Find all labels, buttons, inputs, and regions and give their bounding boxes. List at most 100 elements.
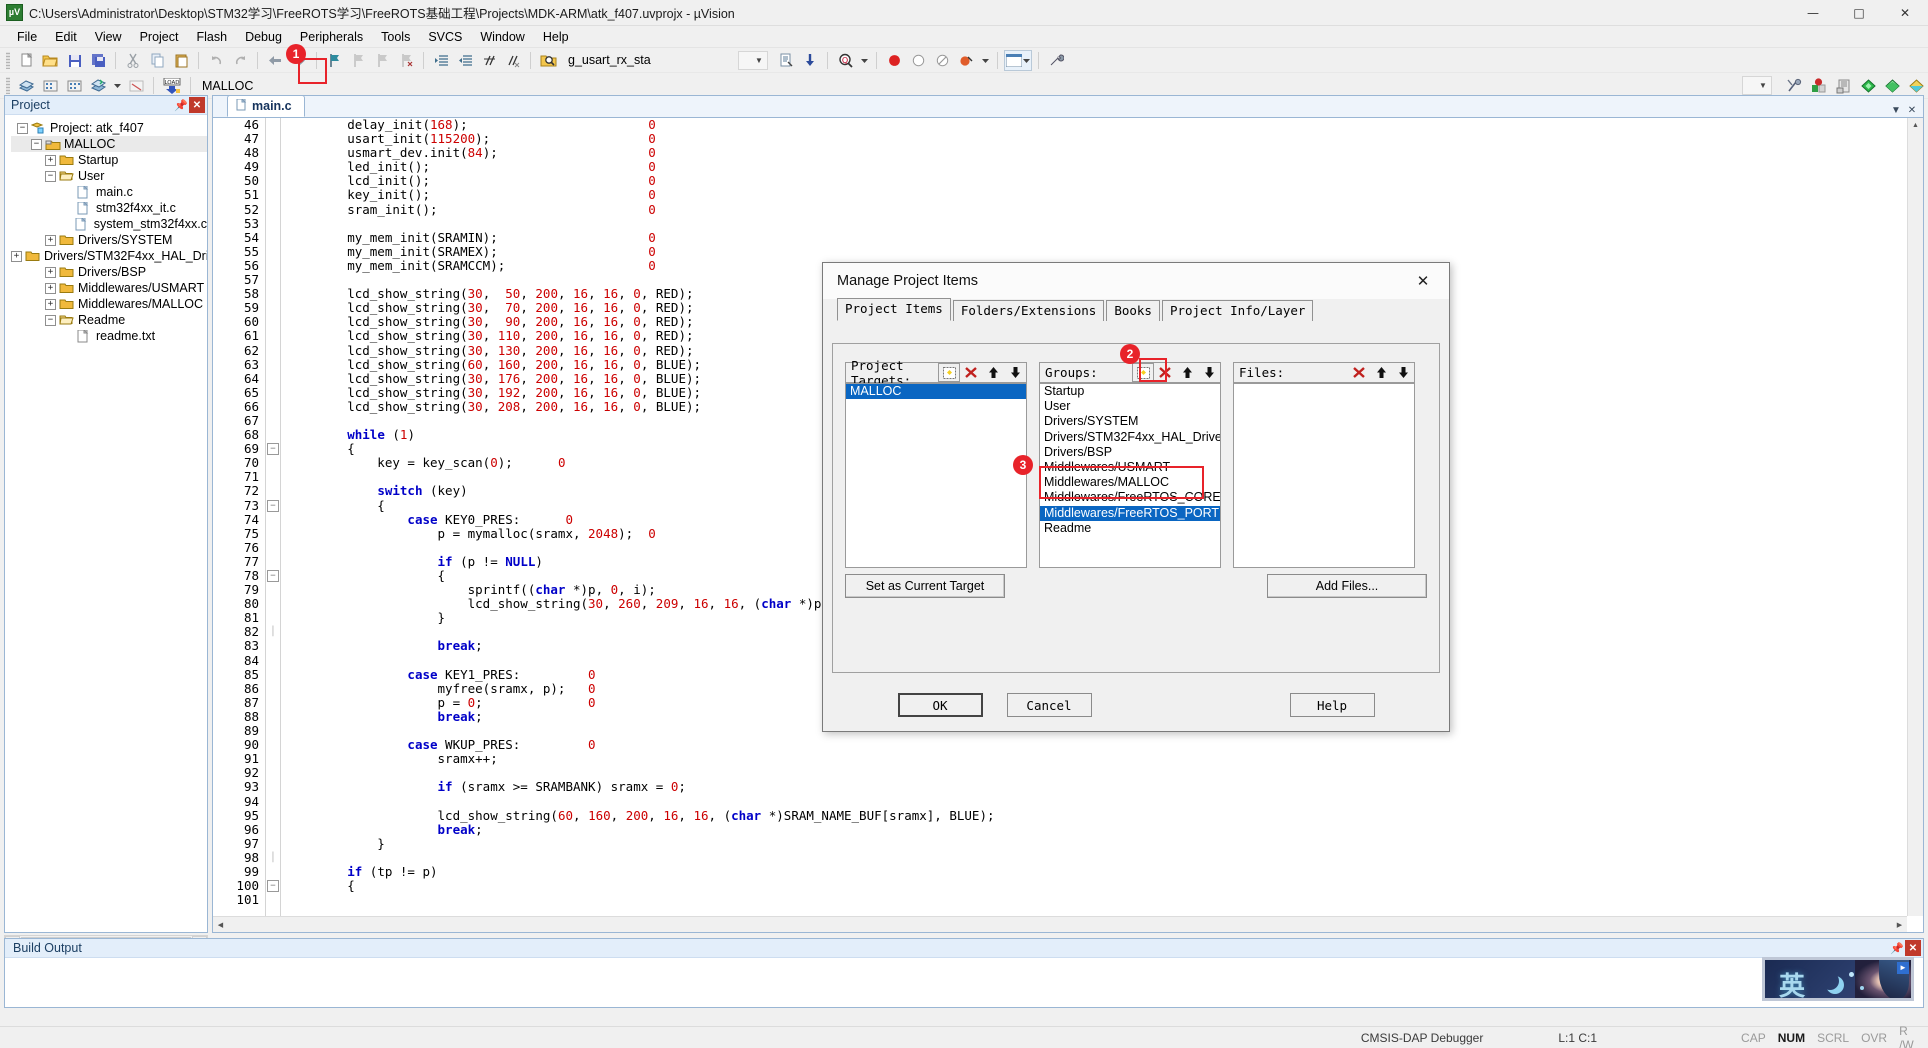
collapse-toggle-icon[interactable]: − <box>31 139 42 150</box>
tree-row-drivers-hal[interactable]: + Drivers/STM32F4xx_HAL_Driv <box>11 248 207 264</box>
fold-marker[interactable] <box>266 865 280 879</box>
menu-item-file[interactable]: File <box>8 28 46 46</box>
code-line[interactable]: sram_init(); 0 <box>287 203 1923 217</box>
code-line[interactable]: lcd_init(); 0 <box>287 174 1923 188</box>
code-line[interactable]: if (sramx >= SRAMBANK) sramx = 0; <box>287 780 1923 794</box>
fold-marker[interactable] <box>266 611 280 625</box>
tree-row-user[interactable]: − User <box>11 168 207 184</box>
tree-row-readme-txt[interactable]: readme.txt <box>11 328 207 344</box>
code-line[interactable] <box>287 795 1923 809</box>
groups-new-button[interactable] <box>1132 363 1154 382</box>
editor-tab-main-c[interactable]: main.c <box>227 95 305 117</box>
bookmark-prev-icon[interactable] <box>347 50 369 71</box>
tree-row-startup[interactable]: + Startup <box>11 152 207 168</box>
manage-runtime-icon[interactable] <box>1905 75 1927 96</box>
fold-marker[interactable]: − <box>266 569 280 583</box>
copy-icon[interactable] <box>146 50 168 71</box>
new-file-icon[interactable] <box>15 50 37 71</box>
fold-marker[interactable] <box>266 428 280 442</box>
fold-marker[interactable] <box>266 555 280 569</box>
collapse-toggle-icon[interactable]: − <box>45 315 56 326</box>
tree-row-drivers-system[interactable]: + Drivers/SYSTEM <box>11 232 207 248</box>
breakpoint-insert-icon[interactable] <box>907 50 929 71</box>
menu-item-svcs[interactable]: SVCS <box>419 28 471 46</box>
fold-marker[interactable] <box>266 893 280 907</box>
fold-marker[interactable] <box>266 174 280 188</box>
close-icon[interactable]: ✕ <box>1405 267 1441 295</box>
fold-marker[interactable] <box>266 484 280 498</box>
new-item-icon[interactable] <box>938 363 960 382</box>
fold-marker[interactable]: − <box>266 879 280 893</box>
tab-project-info-layer[interactable]: Project Info/Layer <box>1162 300 1313 321</box>
fold-marker[interactable] <box>266 344 280 358</box>
tree-row-main-c[interactable]: main.c <box>11 184 207 200</box>
fold-marker[interactable] <box>266 329 280 343</box>
breakpoint-dropdown-icon[interactable] <box>979 50 991 71</box>
fold-marker[interactable] <box>266 231 280 245</box>
move-down-icon[interactable] <box>1004 363 1026 382</box>
banner-badge-icon[interactable]: ► <box>1897 962 1909 974</box>
fold-marker[interactable] <box>266 118 280 132</box>
tree-row-readme[interactable]: − Readme <box>11 312 207 328</box>
bookmark-toggle-icon[interactable] <box>323 50 345 71</box>
indent-icon[interactable] <box>430 50 452 71</box>
move-up-icon[interactable] <box>982 363 1004 382</box>
tab-list-icon[interactable]: ▼ <box>1889 103 1903 117</box>
fold-marker[interactable] <box>266 527 280 541</box>
target-select[interactable]: ▼ <box>1742 76 1772 95</box>
undo-icon[interactable] <box>205 50 227 71</box>
code-line[interactable]: key_init(); 0 <box>287 188 1923 202</box>
toolbar-grip[interactable] <box>6 52 10 69</box>
fold-marker[interactable] <box>266 386 280 400</box>
menu-item-view[interactable]: View <box>86 28 131 46</box>
fold-marker[interactable] <box>266 245 280 259</box>
fold-marker[interactable] <box>266 146 280 160</box>
batch-build-icon[interactable] <box>87 75 109 96</box>
code-line[interactable]: led_init(); 0 <box>287 160 1923 174</box>
fold-marker[interactable]: │ <box>266 625 280 639</box>
expand-toggle-icon[interactable]: + <box>45 283 56 294</box>
find-combo[interactable]: ▼ <box>738 51 768 70</box>
comment-icon[interactable] <box>478 50 500 71</box>
menu-item-help[interactable]: Help <box>534 28 578 46</box>
code-line[interactable]: } <box>287 837 1923 851</box>
fold-marker[interactable] <box>266 766 280 780</box>
save-icon[interactable] <box>63 50 85 71</box>
translate-icon[interactable] <box>15 75 37 96</box>
fold-marker[interactable] <box>266 301 280 315</box>
fold-marker[interactable] <box>266 682 280 696</box>
collapse-toggle-icon[interactable]: − <box>45 171 56 182</box>
build-icon[interactable] <box>39 75 61 96</box>
code-line[interactable] <box>287 217 1923 231</box>
expand-toggle-icon[interactable]: + <box>45 299 56 310</box>
files-list[interactable] <box>1233 383 1415 568</box>
list-item[interactable]: Middlewares/USMART <box>1040 460 1220 475</box>
list-item[interactable]: Drivers/SYSTEM <box>1040 414 1220 429</box>
fold-marker[interactable] <box>266 273 280 287</box>
save-all-icon[interactable] <box>87 50 109 71</box>
list-item-freertos-core[interactable]: Middlewares/FreeRTOS_CORE <box>1040 490 1220 505</box>
open-file-icon[interactable] <box>39 50 61 71</box>
menu-item-flash[interactable]: Flash <box>187 28 236 46</box>
delete-item-icon[interactable] <box>960 363 982 382</box>
fold-marker[interactable] <box>266 203 280 217</box>
close-button[interactable]: ✕ <box>1882 0 1928 26</box>
file-props-icon[interactable] <box>775 50 797 71</box>
editor-vscrollbar[interactable]: ▲ <box>1907 118 1923 916</box>
manage-project-items-button[interactable] <box>1807 75 1831 96</box>
fold-marker[interactable] <box>266 738 280 752</box>
rebuild-icon[interactable] <box>63 75 85 96</box>
tree-row-stm32f4xx-it-c[interactable]: stm32f4xx_it.c <box>11 200 207 216</box>
pack-installer-icon[interactable] <box>1857 75 1879 96</box>
expand-toggle-icon[interactable]: + <box>11 251 22 262</box>
batch-build-dropdown-icon[interactable] <box>111 75 123 96</box>
files-move-up-button[interactable] <box>1370 363 1392 382</box>
manage-components-icon[interactable] <box>1833 75 1855 96</box>
window-layout-icon[interactable] <box>1004 50 1032 71</box>
code-line[interactable] <box>287 893 1923 907</box>
cancel-button[interactable]: Cancel <box>1007 693 1092 717</box>
toolbar-grip[interactable] <box>6 77 10 94</box>
fold-marker[interactable] <box>266 414 280 428</box>
download-icon[interactable]: LOAD <box>160 75 184 96</box>
code-folding-column[interactable]: − − − │ │ − <box>265 118 281 932</box>
